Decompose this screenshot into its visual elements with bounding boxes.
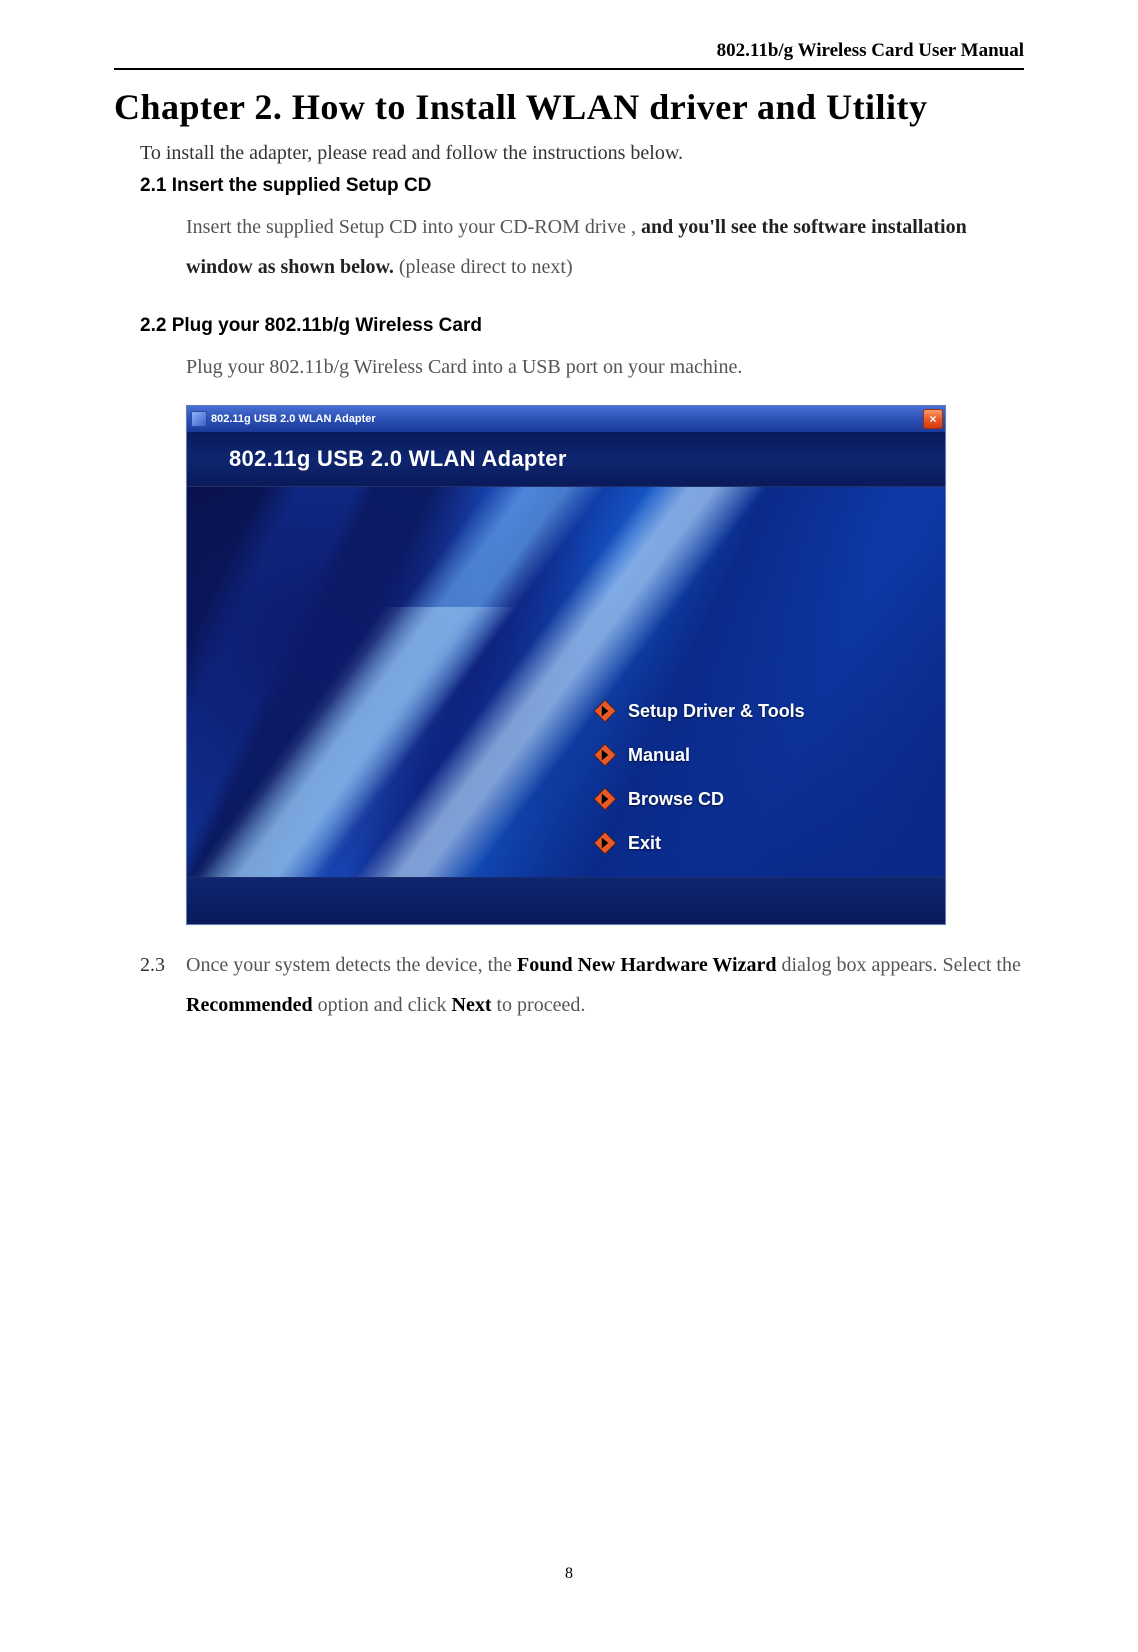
s23-post: to proceed. bbox=[491, 994, 585, 1016]
diamond-arrow-icon bbox=[592, 698, 618, 724]
diamond-arrow-icon bbox=[592, 786, 618, 812]
diamond-arrow-icon bbox=[592, 830, 618, 856]
s23-b1: Found New Hardware Wizard bbox=[517, 954, 776, 976]
section-2-3: 2.3 Once your system detects the device,… bbox=[140, 945, 1024, 1025]
diamond-arrow-icon bbox=[592, 742, 618, 768]
close-icon: × bbox=[929, 413, 936, 425]
section-2-1-heading: 2.1 Insert the supplied Setup CD bbox=[140, 175, 1024, 197]
installer-footer bbox=[187, 877, 945, 924]
s23-m1: dialog box appears. Select the bbox=[776, 954, 1020, 976]
installer-titlebar: 802.11g USB 2.0 WLAN Adapter × bbox=[187, 406, 945, 432]
section-2-3-number: 2.3 bbox=[140, 945, 186, 1025]
s23-pre: Once your system detects the device, the bbox=[186, 954, 517, 976]
chapter-intro: To install the adapter, please read and … bbox=[140, 142, 1024, 165]
chapter-title: Chapter 2. How to Install WLAN driver an… bbox=[114, 86, 1024, 128]
menu-label: Browse CD bbox=[628, 789, 724, 810]
s23-b2: Recommended bbox=[186, 994, 313, 1016]
section-2-1-body: Insert the supplied Setup CD into your C… bbox=[186, 207, 1024, 287]
menu-item-setup[interactable]: Setup Driver & Tools bbox=[592, 689, 805, 733]
section-2-2-heading: 2.2 Plug your 802.11b/g Wireless Card bbox=[140, 315, 1024, 337]
app-icon bbox=[191, 411, 207, 427]
s21-text-c: (please direct to next) bbox=[394, 256, 573, 278]
manual-header: 802.11b/g Wireless Card User Manual bbox=[114, 40, 1024, 66]
window-title: 802.11g USB 2.0 WLAN Adapter bbox=[211, 413, 376, 425]
section-2-2-body: Plug your 802.11b/g Wireless Card into a… bbox=[186, 347, 1024, 387]
installer-window: 802.11g USB 2.0 WLAN Adapter × 802.11g U… bbox=[186, 405, 946, 925]
installer-background: Setup Driver & Tools Manual bbox=[187, 487, 945, 877]
menu-item-exit[interactable]: Exit bbox=[592, 821, 805, 865]
installer-banner: 802.11g USB 2.0 WLAN Adapter bbox=[187, 432, 945, 487]
s23-m2: option and click bbox=[313, 994, 452, 1016]
menu-label: Setup Driver & Tools bbox=[628, 701, 805, 722]
menu-label: Exit bbox=[628, 833, 661, 854]
close-button[interactable]: × bbox=[923, 409, 943, 429]
s21-text-a: Insert the supplied Setup CD into your C… bbox=[186, 216, 641, 238]
menu-item-manual[interactable]: Manual bbox=[592, 733, 805, 777]
s23-b3: Next bbox=[452, 994, 492, 1016]
page-number: 8 bbox=[114, 1565, 1024, 1583]
installer-menu: Setup Driver & Tools Manual bbox=[592, 689, 805, 865]
menu-item-browse[interactable]: Browse CD bbox=[592, 777, 805, 821]
banner-title: 802.11g USB 2.0 WLAN Adapter bbox=[229, 446, 567, 472]
menu-label: Manual bbox=[628, 745, 690, 766]
header-rule bbox=[114, 68, 1024, 70]
